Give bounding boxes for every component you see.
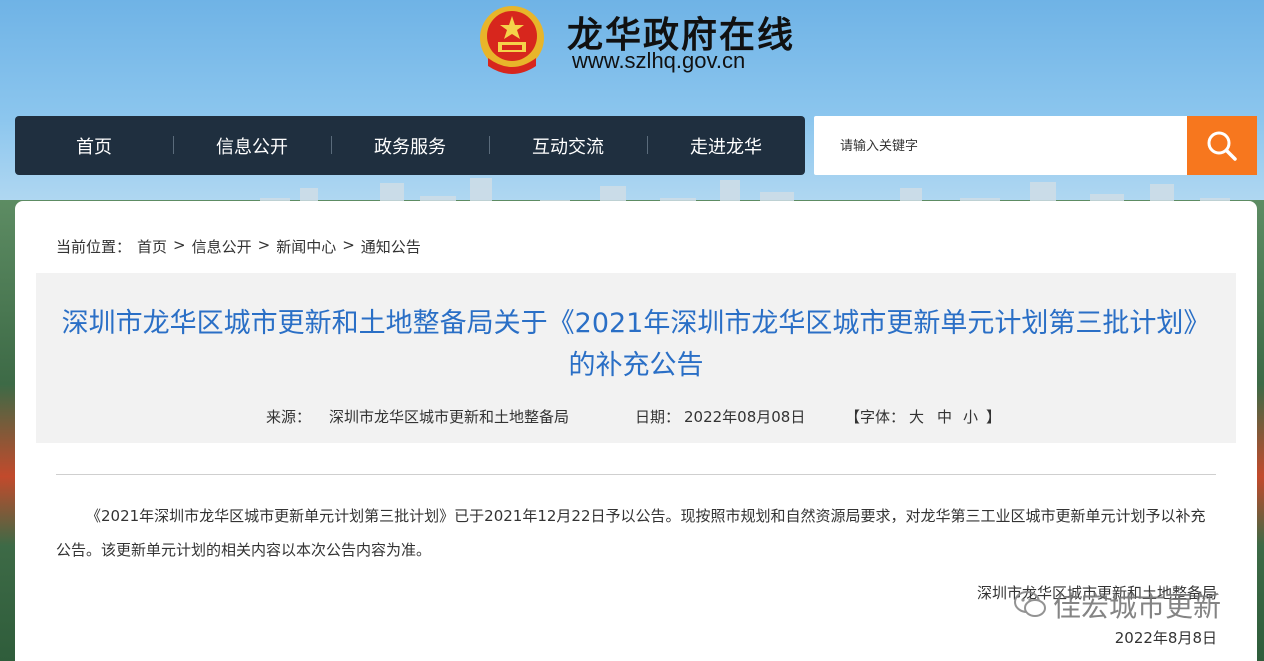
article-header: 深圳市龙华区城市更新和土地整备局关于《2021年深圳市龙华区城市更新单元计划第三… — [36, 273, 1236, 443]
watermark: 佳宏城市更新 — [1013, 585, 1221, 625]
national-emblem-icon — [478, 4, 546, 74]
nav-item-info-disclosure[interactable]: 信息公开 — [173, 133, 331, 159]
article-title: 深圳市龙华区城市更新和土地整备局关于《2021年深圳市龙华区城市更新单元计划第三… — [61, 308, 1211, 381]
font-size-label: 【字体： — [845, 408, 906, 426]
font-small-button[interactable]: 小 — [963, 406, 978, 427]
breadcrumb-separator: > — [257, 236, 271, 254]
divider — [56, 474, 1216, 475]
breadcrumb-separator: > — [173, 236, 186, 254]
breadcrumb-prefix: 当前位置： — [56, 238, 132, 256]
breadcrumb: 当前位置： 首页 > 信息公开 > 新闻中心 > 通知公告 — [56, 236, 421, 257]
search-button[interactable] — [1187, 116, 1257, 175]
nav-item-gov-services[interactable]: 政务服务 — [331, 133, 489, 159]
watermark-text: 佳宏城市更新 — [1052, 590, 1221, 623]
date-label: 日期： — [635, 408, 681, 426]
breadcrumb-separator: > — [342, 236, 355, 254]
nav-item-about-longhua[interactable]: 走进龙华 — [647, 133, 805, 159]
breadcrumb-news-center[interactable]: 新闻中心 — [276, 236, 336, 257]
signature-date: 2022年8月8日 — [1114, 629, 1217, 647]
font-medium-button[interactable]: 中 — [937, 406, 952, 427]
article-body: 《2021年深圳市龙华区城市更新单元计划第三批计划》已于2021年12月22日予… — [56, 507, 1206, 559]
breadcrumb-info-disclosure[interactable]: 信息公开 — [192, 236, 252, 257]
content-card: 当前位置： 首页 > 信息公开 > 新闻中心 > 通知公告 深圳市龙华区城市更新… — [15, 201, 1257, 661]
article-date: 2022年08月08日 — [684, 408, 806, 426]
font-size-close: 】 — [986, 408, 1002, 426]
site-url[interactable]: www.szlhq.gov.cn — [572, 48, 745, 74]
source-label: 来源： — [266, 408, 312, 426]
search-box — [814, 116, 1257, 175]
nav-item-home[interactable]: 首页 — [15, 133, 173, 159]
font-large-button[interactable]: 大 — [909, 406, 924, 427]
nav-item-interaction[interactable]: 互动交流 — [489, 133, 647, 159]
wechat-icon — [1013, 591, 1046, 617]
search-icon — [1207, 131, 1237, 161]
breadcrumb-home[interactable]: 首页 — [137, 236, 167, 257]
breadcrumb-notices[interactable]: 通知公告 — [361, 236, 421, 257]
main-nav: 首页 信息公开 政务服务 互动交流 走进龙华 — [15, 116, 805, 175]
article-source: 深圳市龙华区城市更新和土地整备局 — [329, 408, 570, 426]
search-input[interactable] — [814, 116, 1187, 175]
